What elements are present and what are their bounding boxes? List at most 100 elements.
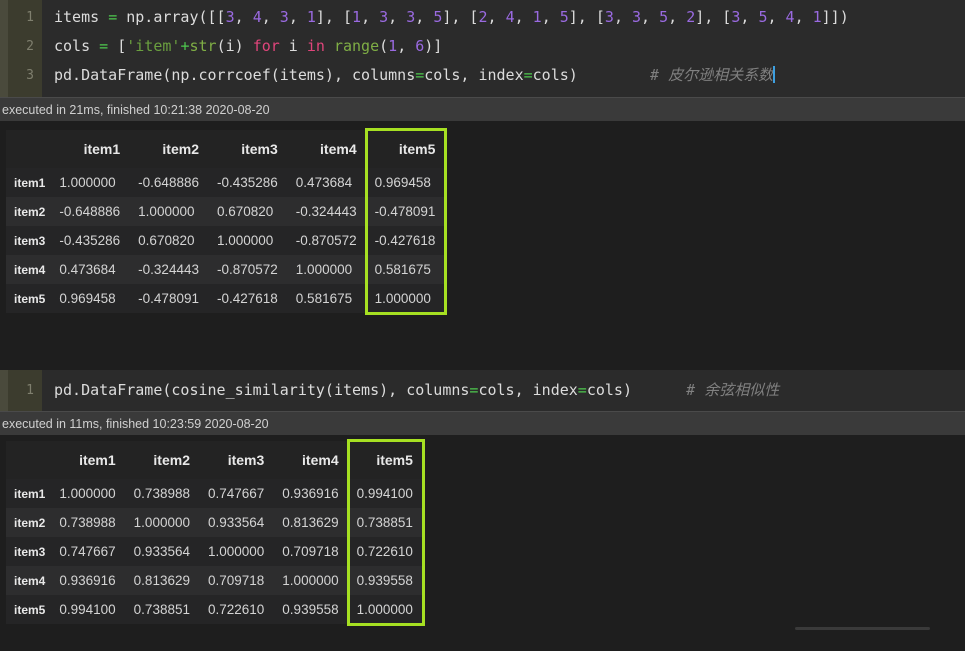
cell-left-strip <box>0 0 8 97</box>
table-header-row: item1 item2 item3 item4 item5 <box>6 441 423 479</box>
table-cell: 1.000000 <box>366 284 446 313</box>
cell-gap-spacer <box>0 358 965 370</box>
table-row: item1 1.000000 -0.648886 -0.435286 0.473684 0… <box>6 168 446 197</box>
code-token-num: 6 <box>415 37 425 55</box>
code-token-plain: , <box>487 8 506 26</box>
table-cell: -0.435286 <box>208 168 288 197</box>
code-cell-cosine[interactable]: 1 pd.DataFrame(cosine_similarity(items),… <box>0 370 965 411</box>
table-cell: -0.427618 <box>366 226 446 255</box>
table-cell: 1.000000 <box>51 479 126 508</box>
code-token-plain: items <box>54 8 109 26</box>
table-cell: 0.747667 <box>199 479 275 508</box>
table-cell: 0.670820 <box>208 197 288 226</box>
code-token-num: 1 <box>352 8 362 26</box>
code-token-plain: , <box>514 8 533 26</box>
code-token-num: 3 <box>604 8 614 26</box>
table-cell: 0.994100 <box>51 595 126 624</box>
table-cell: -0.870572 <box>287 226 367 255</box>
horizontal-scrollbar[interactable] <box>795 627 930 630</box>
code-token-plain: cols, index <box>424 66 524 84</box>
row-index-item1: item1 <box>6 479 52 508</box>
code-token-num: 3 <box>632 8 642 26</box>
table-cell: 0.722610 <box>199 595 275 624</box>
table-cell: 1.000000 <box>51 168 131 197</box>
code-line[interactable]: pd.DataFrame(cosine_similarity(items), c… <box>54 376 965 405</box>
code-token-num: 5 <box>659 8 669 26</box>
row-index-item2: item2 <box>6 508 52 537</box>
code-token-fn: str <box>189 37 217 55</box>
code-token-op: = <box>99 37 109 55</box>
column-header-item5: item5 <box>366 130 446 168</box>
table-cell: 1.000000 <box>274 566 349 595</box>
code-line[interactable]: pd.DataFrame(np.corrcoef(items), columns… <box>54 61 965 90</box>
table-row: item4 0.936916 0.813629 0.709718 1.000000 0.9… <box>6 566 423 595</box>
code-token-plain: cols) <box>586 381 632 399</box>
table-cell: 0.939558 <box>274 595 349 624</box>
table-cell: -0.324443 <box>287 197 367 226</box>
table-cell: 0.813629 <box>274 508 349 537</box>
line-number-gutter-2: 1 <box>8 370 42 411</box>
line-number: 3 <box>26 68 34 83</box>
code-token-num: 4 <box>505 8 515 26</box>
code-token-num: 3 <box>225 8 235 26</box>
code-token-kw: for <box>252 37 280 55</box>
code-editor-2[interactable]: pd.DataFrame(cosine_similarity(items), c… <box>42 370 965 411</box>
table-cell: 0.581675 <box>287 284 367 313</box>
code-line[interactable]: items = np.array([[3, 4, 3, 1], [1, 3, 3… <box>54 3 965 32</box>
table-row: item2 0.738988 1.000000 0.933564 0.813629 0.7… <box>6 508 423 537</box>
code-token-num: 5 <box>433 8 443 26</box>
code-token-plain: (i) <box>216 37 253 55</box>
code-token-plain: , <box>767 8 786 26</box>
code-token-num: 3 <box>279 8 289 26</box>
table-cell: 0.969458 <box>51 284 131 313</box>
column-header-item5: item5 <box>348 441 423 479</box>
table-cell: 0.738851 <box>348 508 423 537</box>
table-cell: 0.933564 <box>125 537 200 566</box>
table-cell: 1.000000 <box>208 226 288 255</box>
row-index-item3: item3 <box>6 537 52 566</box>
code-token-plain: ], [ <box>442 8 479 26</box>
code-editor-1[interactable]: items = np.array([[3, 4, 3, 1], [1, 3, 3… <box>42 0 965 97</box>
code-token-op: = <box>523 66 533 84</box>
execution-status-2: executed in 11ms, finished 10:23:59 2020… <box>0 411 965 435</box>
code-token-plain: ], [ <box>695 8 732 26</box>
table-cell: 0.994100 <box>348 479 423 508</box>
table-cell: 0.709718 <box>199 566 275 595</box>
code-line[interactable]: cols = ['item'+str(i) for i in range(1, … <box>54 32 965 61</box>
column-header-item3: item3 <box>208 130 288 168</box>
code-token-plain: , <box>541 8 560 26</box>
row-index-item4: item4 <box>6 255 52 284</box>
code-token-plain: , <box>641 8 660 26</box>
code-token-plain: , <box>388 8 407 26</box>
line-number-gutter-1: 1 2 3 <box>8 0 42 97</box>
line-number: 1 <box>26 383 34 398</box>
code-token-comment: # 余弦相似性 <box>686 381 780 399</box>
table-row: item3 0.747667 0.933564 1.000000 0.709718 0.7… <box>6 537 423 566</box>
code-cell-pearson[interactable]: 1 2 3 items = np.array([[3, 4, 3, 1], [1, … <box>0 0 965 97</box>
code-token-num: 1 <box>532 8 542 26</box>
code-token-plain: cols <box>54 37 100 55</box>
column-header-item4: item4 <box>287 130 367 168</box>
code-token-plain: , <box>288 8 307 26</box>
code-token-plain: ( <box>379 37 389 55</box>
table-cell: 0.933564 <box>199 508 275 537</box>
row-index-item2: item2 <box>6 197 52 226</box>
row-index-item5: item5 <box>6 284 52 313</box>
code-token-num: 3 <box>406 8 416 26</box>
table-cell: 0.722610 <box>348 537 423 566</box>
table-cell: -0.435286 <box>51 226 131 255</box>
code-token-plain: , <box>613 8 632 26</box>
code-token-num: 2 <box>478 8 488 26</box>
table-cell: -0.478091 <box>366 197 446 226</box>
table-corner-cell <box>6 130 52 168</box>
row-index-item4: item4 <box>6 566 52 595</box>
table-cell: -0.648886 <box>51 197 131 226</box>
code-token-fn: range <box>333 37 380 55</box>
code-token-plain: , <box>234 8 253 26</box>
code-token-plain: ], [ <box>568 8 605 26</box>
code-token-str: 'item' <box>126 37 181 55</box>
code-token-num: 4 <box>252 8 262 26</box>
code-token-num: 3 <box>379 8 389 26</box>
